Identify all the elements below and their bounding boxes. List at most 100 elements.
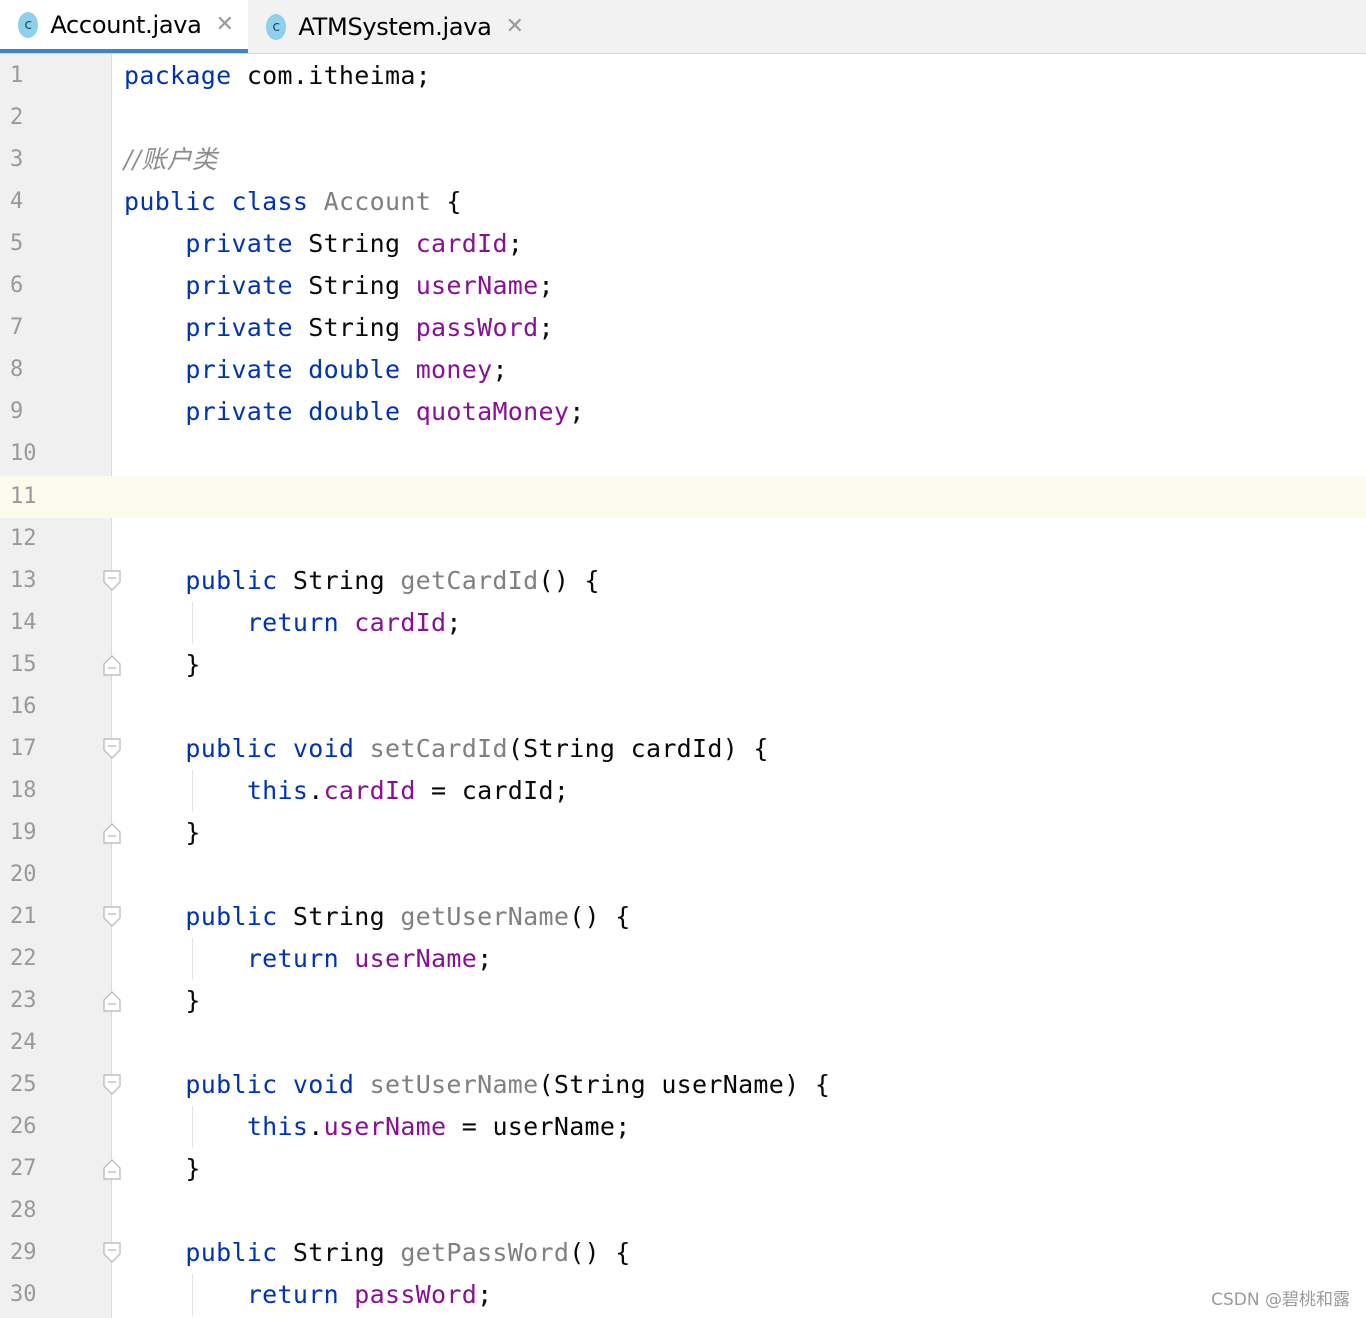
code-text[interactable]: return cardId; (124, 602, 462, 644)
code-token-kw: class (231, 187, 309, 217)
code-line[interactable]: 25 public void setUserName(String userNa… (0, 1064, 1366, 1106)
code-text[interactable]: public void setCardId(String cardId) { (124, 728, 769, 770)
code-text[interactable]: private String cardId; (124, 223, 523, 265)
line-number: 19 (10, 819, 37, 845)
java-class-icon: c (18, 11, 39, 38)
code-token-kw: private (185, 397, 293, 427)
code-line[interactable]: 26 this.userName = userName; (0, 1106, 1366, 1148)
code-token-plain: ; (538, 271, 554, 301)
code-text[interactable]: package com.itheima; (124, 55, 431, 97)
code-token-fld: passWord (354, 1280, 478, 1310)
code-line[interactable]: 30 return passWord; (0, 1274, 1366, 1316)
code-text[interactable]: } (124, 1148, 201, 1190)
code-token-plain: ; (538, 313, 554, 343)
code-line[interactable]: 9 private double quotaMoney; (0, 391, 1366, 433)
code-line[interactable]: 10 (0, 433, 1366, 475)
tab-account-java[interactable]: c Account.java ✕ (0, 0, 248, 53)
code-text[interactable]: } (124, 980, 201, 1022)
fold-end-icon[interactable] (103, 990, 121, 1012)
code-line[interactable]: 7 private String passWord; (0, 307, 1366, 349)
code-token-mth: getUserName (400, 902, 570, 931)
code-token-fld: cardId (415, 229, 508, 259)
fold-collapse-icon[interactable] (103, 906, 121, 928)
fold-end-icon[interactable] (103, 822, 121, 844)
code-line[interactable]: 12 (0, 518, 1366, 560)
code-line[interactable]: 27 } (0, 1148, 1366, 1190)
code-line[interactable]: 17 public void setCardId(String cardId) … (0, 728, 1366, 770)
code-line[interactable]: 23 } (0, 980, 1366, 1022)
code-line[interactable]: 19 } (0, 812, 1366, 854)
code-text[interactable]: public String getUserName() { (124, 896, 631, 938)
code-line[interactable]: 2 (0, 97, 1366, 139)
line-number: 15 (10, 651, 37, 677)
code-token-kw: double (308, 397, 401, 427)
code-line[interactable]: 5 private String cardId; (0, 223, 1366, 265)
fold-collapse-icon[interactable] (103, 1074, 121, 1096)
code-text[interactable]: private String userName; (124, 265, 554, 307)
code-text[interactable]: private String passWord; (124, 307, 554, 349)
line-number: 29 (10, 1240, 37, 1266)
code-line[interactable]: 22 return userName; (0, 938, 1366, 980)
fold-collapse-icon[interactable] (103, 738, 121, 760)
code-line[interactable]: 20 (0, 854, 1366, 896)
code-token-mth: setCardId (369, 733, 508, 763)
line-number: 11 (10, 483, 37, 509)
code-text[interactable]: public void setUserName(String userName)… (124, 1064, 830, 1106)
code-text[interactable]: public class Account { (124, 181, 462, 223)
fold-end-icon[interactable] (103, 1158, 121, 1180)
code-token-plain: = userName; (446, 1112, 631, 1142)
code-line[interactable]: 21 public String getUserName() { (0, 896, 1366, 938)
indent-guide (192, 769, 193, 812)
code-line[interactable]: 8 private double money; (0, 349, 1366, 391)
code-text[interactable]: public String getCardId() { (124, 560, 600, 602)
code-token-plain: String (277, 1238, 401, 1268)
code-line[interactable]: 18 this.cardId = cardId; (0, 770, 1366, 812)
code-text[interactable]: } (124, 644, 201, 686)
code-line[interactable]: 16 (0, 686, 1366, 728)
code-line[interactable]: 24 (0, 1022, 1366, 1064)
code-line[interactable]: 6 private String userName; (0, 265, 1366, 307)
code-text[interactable]: return passWord; (124, 1274, 492, 1316)
code-line[interactable]: 29 public String getPassWord() { (0, 1232, 1366, 1274)
code-token-plain: = cardId; (415, 775, 570, 805)
code-text[interactable]: this.cardId = cardId; (124, 770, 569, 812)
code-text[interactable]: private double quotaMoney; (124, 391, 585, 433)
code-line[interactable]: 1 package com.itheima; (0, 55, 1366, 97)
fold-collapse-icon[interactable] (103, 569, 121, 592)
fold-end-icon[interactable] (103, 654, 121, 676)
fold-collapse-icon[interactable] (103, 1242, 121, 1264)
code-token-mth: getPassWord (400, 1238, 570, 1268)
code-token-plain: . (308, 1112, 324, 1142)
code-text[interactable]: public String getPassWord() { (124, 1232, 631, 1274)
indent-guide (192, 1274, 193, 1317)
code-text[interactable]: return userName; (124, 938, 492, 980)
code-token-kw: return (246, 607, 339, 637)
code-text[interactable]: //账户类 (124, 139, 217, 181)
code-text[interactable]: this.userName = userName; (124, 1106, 631, 1148)
code-text[interactable]: } (124, 812, 201, 854)
code-text[interactable]: private double money; (124, 349, 508, 391)
code-token-kw: public (185, 733, 278, 763)
line-number: 8 (10, 357, 24, 383)
code-line[interactable]: 28 (0, 1190, 1366, 1232)
code-line[interactable]: 14 return cardId; (0, 602, 1366, 644)
code-token-kw: void (292, 1070, 355, 1100)
close-icon[interactable]: ✕ (216, 12, 234, 37)
close-icon[interactable]: ✕ (506, 14, 524, 39)
code-line[interactable]: 15 } (0, 644, 1366, 686)
code-editor[interactable]: 1 package com.itheima; 2 3//账户类 4 public clas… (0, 55, 1366, 1318)
current-line-highlight (112, 475, 1366, 518)
code-line[interactable]: 4 public class Account { (0, 181, 1366, 223)
code-line[interactable]: 13 public String getCardId() { (0, 560, 1366, 602)
code-line[interactable]: 11 (0, 475, 1366, 518)
code-token-plain: com.itheima; (231, 61, 432, 90)
tab-atmsystem-java[interactable]: c ATMSystem.java ✕ (248, 0, 538, 53)
code-line[interactable]: 3 //账户类 (0, 139, 1366, 181)
